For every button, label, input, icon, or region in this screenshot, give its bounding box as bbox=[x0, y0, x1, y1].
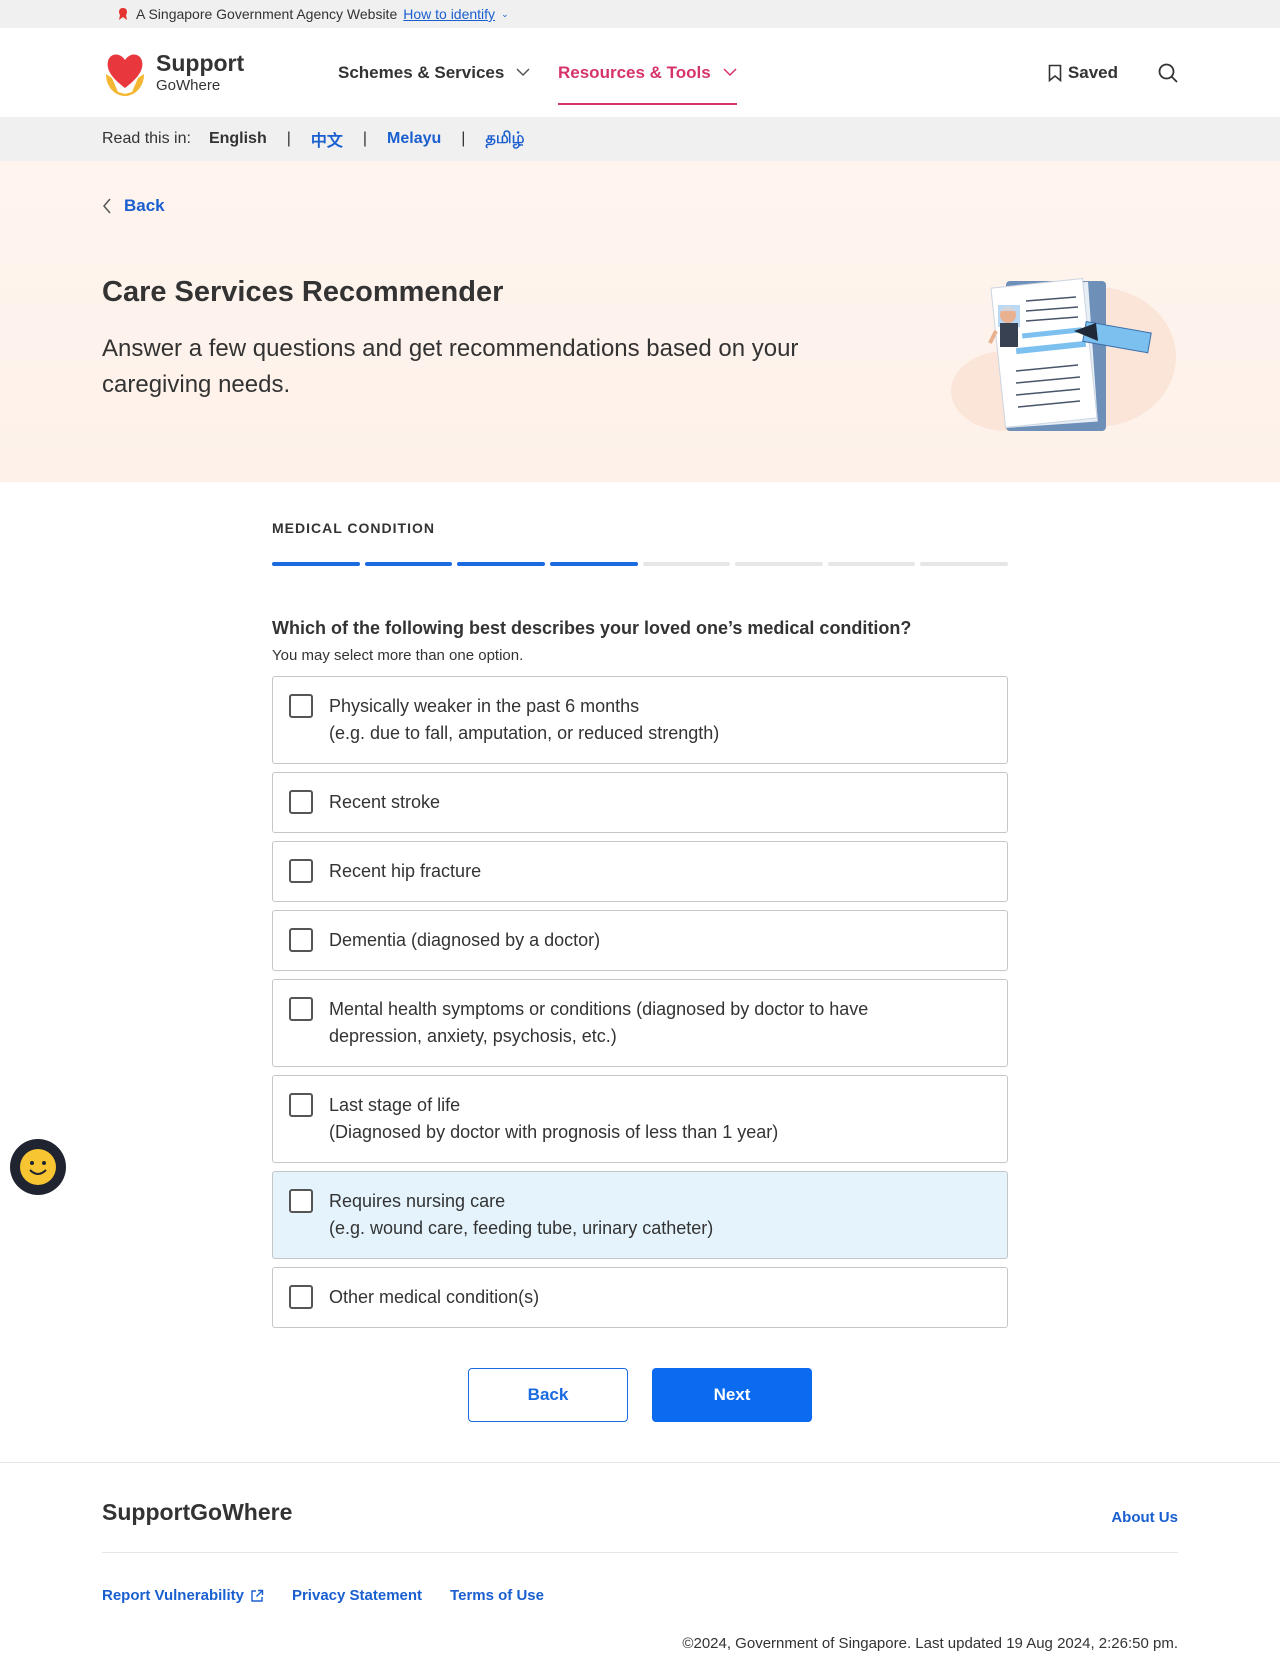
site-footer: SupportGoWhere About Us Report Vulnerabi… bbox=[0, 1462, 1280, 1672]
hero-banner: Back Care Services Recommender Answer a … bbox=[0, 161, 1280, 482]
option-label: Dementia (diagnosed by a doctor) bbox=[329, 930, 601, 950]
page-title: Care Services Recommender bbox=[102, 276, 504, 308]
site-logo[interactable]: Support GoWhere bbox=[102, 48, 338, 98]
back-link[interactable]: Back bbox=[102, 196, 165, 216]
smiley-face-icon bbox=[20, 1149, 56, 1185]
privacy-statement-link[interactable]: Privacy Statement bbox=[292, 1587, 422, 1604]
progress-segment bbox=[457, 562, 545, 566]
footer-divider bbox=[102, 1552, 1178, 1553]
site-header: Support GoWhere Schemes & Services Resou… bbox=[0, 28, 1280, 117]
option-label: Recent stroke bbox=[329, 792, 441, 812]
saved-button[interactable]: Saved bbox=[1048, 63, 1118, 83]
lang-english[interactable]: English bbox=[209, 130, 267, 148]
form-buttons: Back Next bbox=[272, 1368, 1008, 1422]
separator: | bbox=[362, 130, 368, 147]
progress-segment bbox=[272, 562, 360, 566]
option-label: Physically weaker in the past 6 months bbox=[329, 696, 640, 716]
question-text: Which of the following best describes yo… bbox=[272, 618, 912, 638]
language-label: Read this in: bbox=[102, 130, 191, 147]
option-label: Other medical condition(s) bbox=[329, 1287, 540, 1307]
nav-label: Resources & Tools bbox=[558, 62, 711, 82]
option-dementia[interactable]: Dementia (diagnosed by a doctor) bbox=[272, 910, 1008, 971]
report-vulnerability-link[interactable]: Report Vulnerability bbox=[102, 1587, 264, 1604]
main-nav: Schemes & Services Resources & Tools bbox=[338, 28, 737, 117]
terms-of-use-link[interactable]: Terms of Use bbox=[450, 1587, 544, 1604]
option-label: Recent hip fracture bbox=[329, 861, 482, 881]
page-subtitle: Answer a few questions and get recommend… bbox=[102, 335, 799, 398]
checkbox[interactable] bbox=[289, 1093, 313, 1117]
checkbox[interactable] bbox=[289, 1285, 313, 1309]
progress-segment bbox=[642, 562, 731, 566]
masthead-text: A Singapore Government Agency Website bbox=[136, 6, 398, 22]
checkbox[interactable] bbox=[289, 859, 313, 883]
about-us-link[interactable]: About Us bbox=[1111, 1509, 1178, 1526]
options-list: Physically weaker in the past 6 months (e… bbox=[272, 676, 1008, 1328]
option-physically-weaker[interactable]: Physically weaker in the past 6 months (e… bbox=[272, 676, 1008, 764]
option-detail: depression, anxiety, psychosis, etc.) bbox=[329, 1026, 617, 1046]
option-requires-nursing-care[interactable]: Requires nursing care (e.g. wound care, f… bbox=[272, 1171, 1008, 1259]
lang-malay[interactable]: Melayu bbox=[387, 130, 441, 148]
search-icon[interactable] bbox=[1158, 63, 1178, 83]
option-detail: (Diagnosed by doctor with prognosis of l… bbox=[329, 1122, 779, 1142]
checkbox[interactable] bbox=[289, 928, 313, 952]
link-label: Report Vulnerability bbox=[102, 1587, 244, 1604]
nav-schemes-services[interactable]: Schemes & Services bbox=[338, 28, 558, 117]
singapore-lion-icon bbox=[119, 8, 127, 20]
option-detail: (e.g. due to fall, amputation, or reduce… bbox=[329, 723, 720, 743]
footer-links: Report Vulnerability Privacy Statement T… bbox=[102, 1587, 544, 1604]
option-other-medical-conditions[interactable]: Other medical condition(s) bbox=[272, 1267, 1008, 1328]
checkbox[interactable] bbox=[289, 997, 313, 1021]
logo-line2: GoWhere bbox=[156, 77, 221, 94]
footer-brand: SupportGoWhere bbox=[102, 1499, 293, 1525]
progress-segment bbox=[364, 562, 453, 566]
feedback-button[interactable] bbox=[10, 1139, 66, 1195]
checkbox[interactable] bbox=[289, 790, 313, 814]
gov-masthead: A Singapore Government Agency Website Ho… bbox=[0, 0, 1280, 28]
option-recent-hip-fracture[interactable]: Recent hip fracture bbox=[272, 841, 1008, 902]
separator: | bbox=[461, 130, 466, 147]
bookmark-icon bbox=[1048, 64, 1062, 82]
progress-segment bbox=[735, 562, 823, 566]
option-detail: (e.g. wound care, feeding tube, urinary … bbox=[329, 1218, 714, 1238]
progress-segment bbox=[920, 562, 1008, 566]
external-link-icon bbox=[251, 1589, 264, 1602]
lang-tamil[interactable]: தமிழ் bbox=[485, 129, 524, 149]
chevron-down-icon bbox=[723, 68, 737, 77]
document-illustration bbox=[951, 278, 1176, 431]
progress-segment bbox=[827, 562, 916, 566]
chevron-down-icon[interactable]: ⌄ bbox=[501, 9, 509, 20]
copyright-text: ©2024, Government of Singapore. Last upd… bbox=[682, 1635, 1178, 1652]
progress-segment bbox=[549, 562, 638, 566]
nav-resources-tools[interactable]: Resources & Tools bbox=[558, 28, 737, 117]
next-button[interactable]: Next bbox=[652, 1368, 812, 1422]
option-last-stage-of-life[interactable]: Last stage of life (Diagnosed by doctor w… bbox=[272, 1075, 1008, 1163]
question-hint: You may select more than one option. bbox=[272, 647, 524, 664]
nav-label: Schemes & Services bbox=[338, 62, 505, 82]
chevron-down-icon bbox=[516, 68, 530, 77]
how-to-identify-link[interactable]: How to identify bbox=[403, 6, 495, 22]
lang-chinese[interactable]: 中文 bbox=[311, 127, 343, 151]
back-link-label: Back bbox=[124, 196, 165, 215]
checkbox[interactable] bbox=[289, 1189, 313, 1213]
chevron-left-icon bbox=[103, 198, 111, 214]
option-mental-health[interactable]: Mental health symptoms or conditions (di… bbox=[272, 979, 1008, 1067]
option-label: Requires nursing care bbox=[329, 1191, 506, 1211]
separator: | bbox=[286, 130, 291, 147]
saved-label: Saved bbox=[1067, 62, 1118, 82]
checkbox[interactable] bbox=[289, 694, 313, 718]
language-bar: Read this in: English | 中文 | Melayu | தம… bbox=[0, 117, 1280, 161]
back-button[interactable]: Back bbox=[468, 1368, 628, 1422]
option-label: Last stage of life bbox=[329, 1095, 461, 1115]
option-label: Mental health symptoms or conditions (di… bbox=[329, 999, 869, 1019]
step-label: MEDICAL CONDITION bbox=[272, 520, 435, 536]
option-recent-stroke[interactable]: Recent stroke bbox=[272, 772, 1008, 833]
logo-line1: Support bbox=[156, 50, 245, 76]
recommender-form: MEDICAL CONDITION Which of the following… bbox=[272, 482, 1008, 1422]
heart-hands-logo-icon bbox=[106, 53, 144, 96]
progress-bar bbox=[272, 562, 1008, 566]
